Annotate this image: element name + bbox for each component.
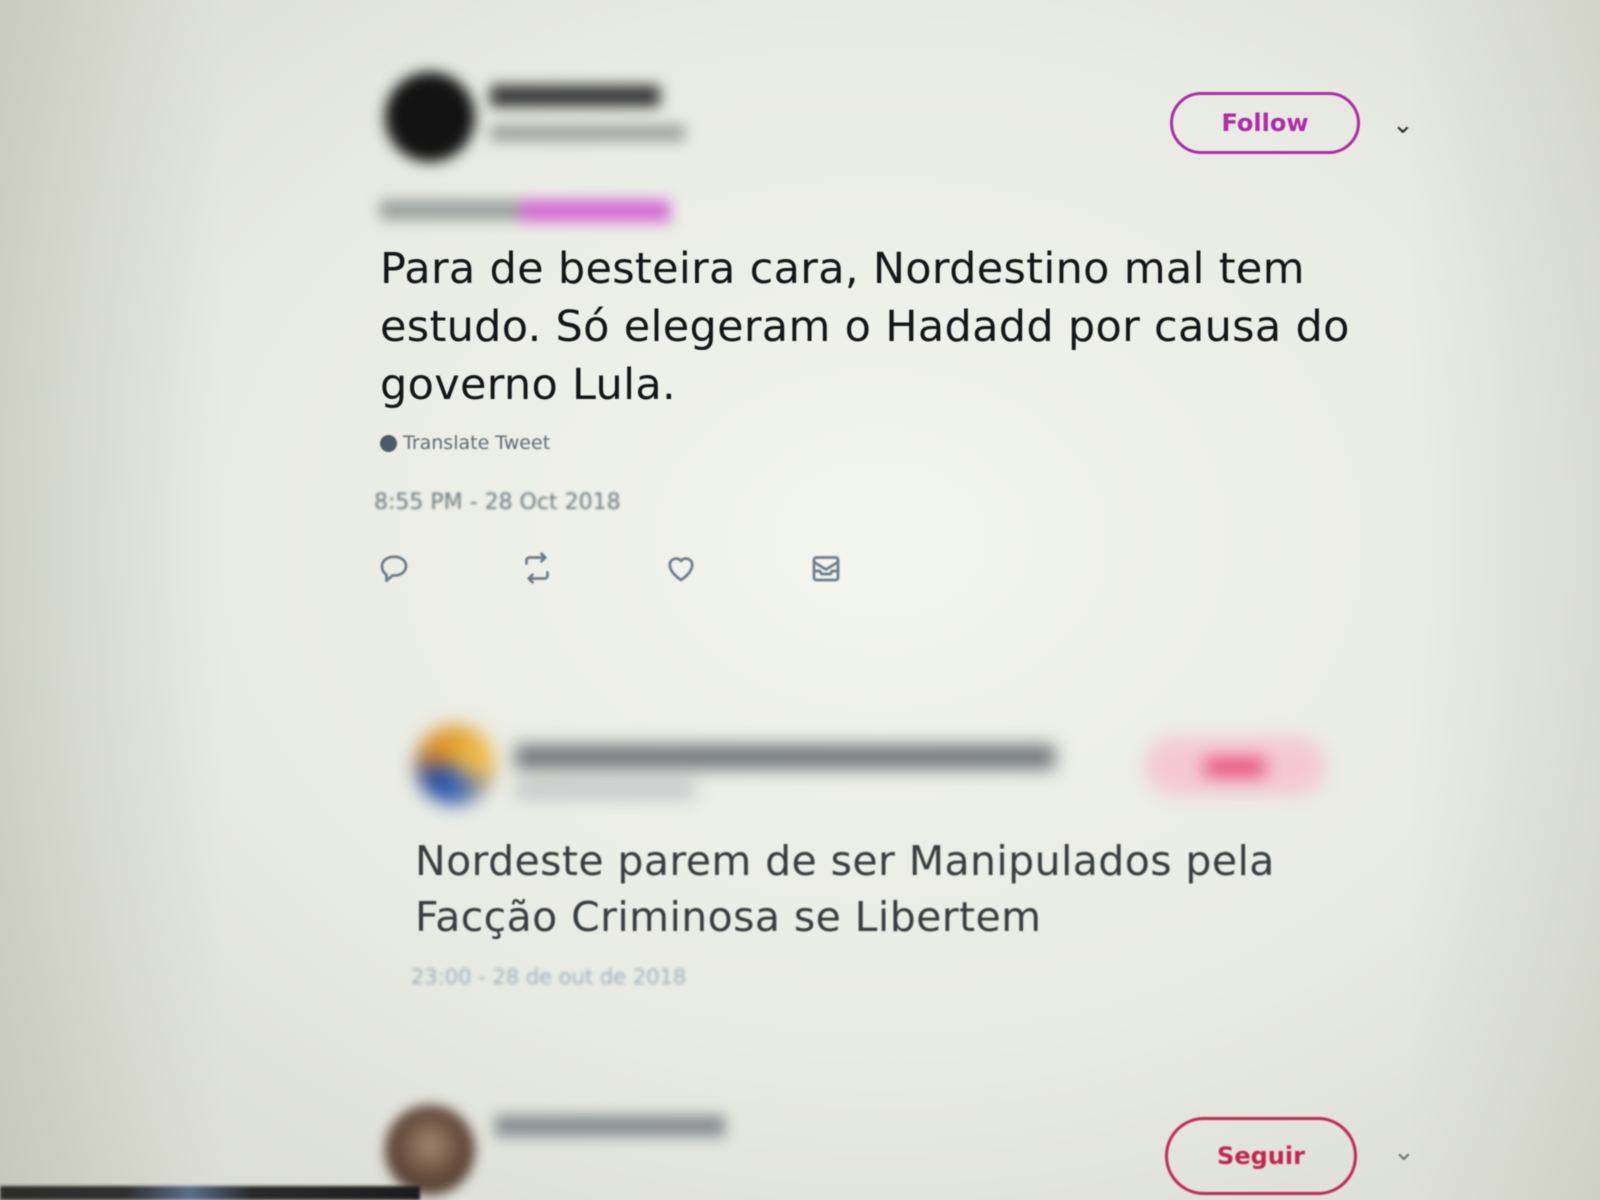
author-avatar[interactable] xyxy=(415,725,495,805)
tweet-text: Nordeste parem de ser Manipulados pela F… xyxy=(415,837,1275,941)
replying-to-link[interactable] xyxy=(520,200,670,222)
reply-icon[interactable] xyxy=(376,550,412,586)
like-icon[interactable] xyxy=(663,550,699,586)
message-icon[interactable] xyxy=(808,550,844,586)
screen: Follow ⌄ Para de besteira cara, Nordesti… xyxy=(0,0,1600,1200)
tweet-timestamp[interactable]: 23:00 - 28 de out de 2018 xyxy=(411,965,686,989)
screen-vignette xyxy=(0,0,1600,1200)
tweet-timestamp[interactable]: 8:55 PM - 28 Oct 2018 xyxy=(374,490,621,515)
follow-button[interactable]: Follow xyxy=(1170,92,1360,154)
follow-button-label-blurred xyxy=(1205,759,1265,775)
tweet-third: Seguir ⌄ xyxy=(385,1095,1435,1200)
chevron-down-icon[interactable]: ⌄ xyxy=(1392,110,1414,140)
author-avatar[interactable] xyxy=(385,72,475,162)
retweet-icon[interactable] xyxy=(519,550,555,586)
tweet-author-header-redacted xyxy=(380,60,700,230)
tweet-author-header-redacted xyxy=(415,715,1415,825)
tweet-actions xyxy=(376,550,876,590)
globe-icon xyxy=(380,434,397,452)
author-avatar[interactable] xyxy=(385,1105,475,1195)
author-handle xyxy=(490,125,685,141)
replying-to-label xyxy=(380,200,520,220)
author-name[interactable] xyxy=(495,1115,725,1137)
author-name[interactable] xyxy=(515,745,1055,769)
author-handle xyxy=(515,783,695,797)
author-name[interactable] xyxy=(490,85,660,107)
tweet-text: Para de besteira cara, Nordestino mal te… xyxy=(380,244,1350,410)
translate-tweet-link[interactable]: Translate Tweet xyxy=(380,432,550,454)
seguir-button[interactable]: Seguir xyxy=(1165,1117,1357,1195)
taskbar-fragment xyxy=(0,1186,420,1200)
chevron-down-icon[interactable]: ⌄ xyxy=(1393,1137,1415,1167)
translate-tweet-label: Translate Tweet xyxy=(403,432,551,454)
